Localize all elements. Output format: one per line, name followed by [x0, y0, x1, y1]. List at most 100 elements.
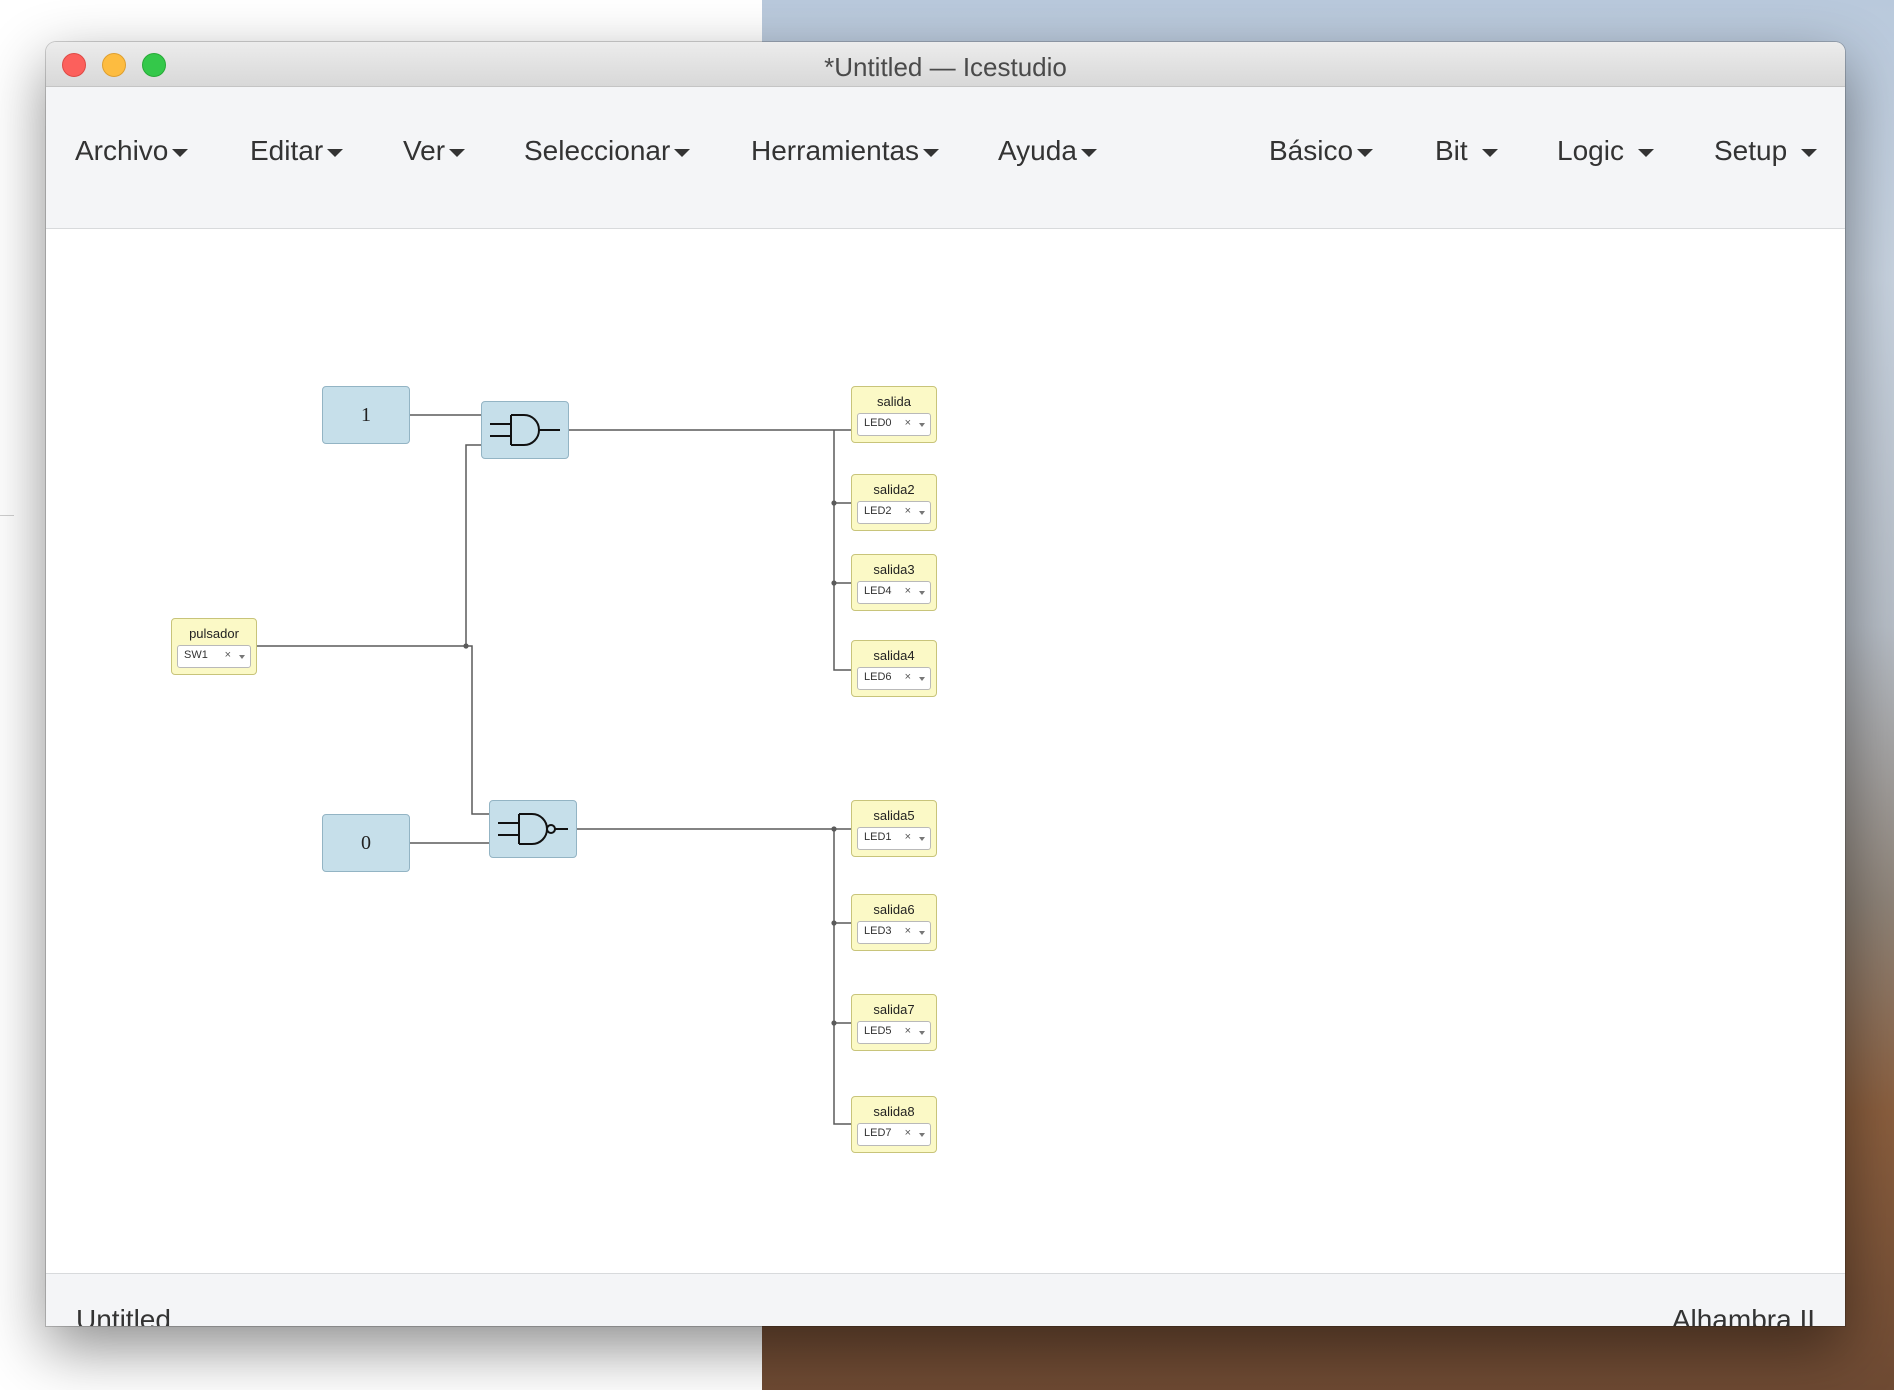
title-bar[interactable]: *Untitled — Icestudio	[46, 42, 1845, 87]
input-block-pulsador[interactable]: pulsador SW1 ×	[171, 618, 257, 675]
pin-value: LED5	[864, 1025, 892, 1037]
io-name: salida8	[873, 1104, 915, 1119]
wire	[466, 645, 490, 815]
dropdown-arrow-icon	[239, 655, 245, 659]
menu-basico-label: Básico	[1269, 135, 1354, 166]
clear-icon[interactable]: ×	[905, 1025, 911, 1037]
output-block-salida2[interactable]: salida2 LED2 ×	[851, 474, 937, 531]
pin-select[interactable]: LED6 ×	[857, 667, 931, 690]
clear-icon[interactable]: ×	[905, 505, 911, 517]
menu-seleccionar[interactable]: Seleccionar	[524, 135, 691, 167]
constant-value: 1	[361, 403, 371, 426]
pin-select[interactable]: LED0 ×	[857, 413, 931, 436]
chevron-down-icon	[172, 149, 189, 157]
chevron-down-icon	[1481, 149, 1498, 157]
nand-gate-icon	[498, 813, 568, 845]
menu-editar[interactable]: Editar	[250, 135, 344, 167]
dropdown-arrow-icon	[919, 591, 925, 595]
pin-select[interactable]: LED4 ×	[857, 581, 931, 604]
menu-ayuda[interactable]: Ayuda	[998, 135, 1097, 167]
menu-ver[interactable]: Ver	[403, 135, 466, 167]
app-window: *Untitled — Icestudio Archivo Editar Ver…	[46, 42, 1845, 1326]
chevron-down-icon	[327, 149, 344, 157]
menu-archivo[interactable]: Archivo	[75, 135, 189, 167]
dropdown-arrow-icon	[919, 1133, 925, 1137]
constant-block-1[interactable]: 1	[322, 386, 410, 444]
pin-value: LED2	[864, 505, 892, 517]
pin-select[interactable]: LED1 ×	[857, 827, 931, 850]
junction-dot	[831, 500, 837, 506]
pin-select[interactable]: LED2 ×	[857, 501, 931, 524]
and-gate-icon	[490, 414, 560, 446]
io-name: salida7	[873, 1002, 915, 1017]
status-bar: Untitled Alhambra II	[46, 1273, 1845, 1326]
pin-select[interactable]: LED7 ×	[857, 1123, 931, 1146]
output-block-salida6[interactable]: salida6 LED3 ×	[851, 894, 937, 951]
chevron-down-icon	[674, 149, 691, 157]
pin-value: LED7	[864, 1127, 892, 1139]
chevron-down-icon	[1357, 149, 1374, 157]
pin-value: LED0	[864, 417, 892, 429]
io-name: salida3	[873, 562, 915, 577]
clear-icon[interactable]: ×	[225, 649, 231, 661]
wires-layer	[257, 414, 851, 1125]
menu-editar-label: Editar	[250, 135, 324, 166]
pin-value: LED6	[864, 671, 892, 683]
menu-basico[interactable]: Básico	[1269, 135, 1374, 167]
clear-icon[interactable]: ×	[905, 671, 911, 683]
menu-herramientas[interactable]: Herramientas	[751, 135, 940, 167]
output-block-salida4[interactable]: salida4 LED6 ×	[851, 640, 937, 697]
junction-dot	[831, 1020, 837, 1026]
menu-bar: Archivo Editar Ver Seleccionar Herramien…	[46, 87, 1845, 229]
pin-value: LED3	[864, 925, 892, 937]
menu-logic-label: Logic	[1557, 135, 1624, 166]
background-mark	[0, 515, 14, 516]
constant-value: 0	[361, 831, 371, 854]
wire	[465, 444, 482, 646]
junction-dot	[831, 580, 837, 586]
chevron-down-icon	[1801, 149, 1818, 157]
window-title: *Untitled — Icestudio	[824, 52, 1067, 82]
menu-setup[interactable]: Setup	[1714, 135, 1818, 167]
io-name: salida6	[873, 902, 915, 917]
dropdown-arrow-icon	[919, 423, 925, 427]
io-name: salida	[877, 394, 911, 409]
pin-value: SW1	[184, 649, 208, 661]
menu-bit-label: Bit	[1435, 135, 1468, 166]
output-block-salida7[interactable]: salida7 LED5 ×	[851, 994, 937, 1051]
output-block-salida3[interactable]: salida3 LED4 ×	[851, 554, 937, 611]
menu-bit[interactable]: Bit	[1435, 135, 1498, 167]
pin-select[interactable]: LED3 ×	[857, 921, 931, 944]
chevron-down-icon	[1080, 149, 1097, 157]
output-block-salida8[interactable]: salida8 LED7 ×	[851, 1096, 937, 1153]
io-name: pulsador	[189, 626, 239, 641]
chevron-down-icon	[923, 149, 940, 157]
clear-icon[interactable]: ×	[905, 1127, 911, 1139]
output-block-salida[interactable]: salida LED0 ×	[851, 386, 937, 443]
circuit-canvas[interactable]: 1 0 pulsador SW1 × salida LED0 × salida2…	[46, 229, 1845, 1273]
clear-icon[interactable]: ×	[905, 925, 911, 937]
menu-archivo-label: Archivo	[75, 135, 169, 166]
pin-select[interactable]: LED5 ×	[857, 1021, 931, 1044]
clear-icon[interactable]: ×	[905, 831, 911, 843]
dropdown-arrow-icon	[919, 677, 925, 681]
and-gate-block[interactable]	[481, 401, 569, 459]
dropdown-arrow-icon	[919, 511, 925, 515]
constant-block-0[interactable]: 0	[322, 814, 410, 872]
junction-dot	[463, 643, 469, 649]
io-name: salida5	[873, 808, 915, 823]
pin-select[interactable]: SW1 ×	[177, 645, 251, 668]
junction-dot	[831, 920, 837, 926]
pin-value: LED4	[864, 585, 892, 597]
junction-dot	[831, 826, 837, 832]
output-block-salida5[interactable]: salida5 LED1 ×	[851, 800, 937, 857]
nand-gate-block[interactable]	[489, 800, 577, 858]
clear-icon[interactable]: ×	[905, 417, 911, 429]
menu-logic[interactable]: Logic	[1557, 135, 1654, 167]
status-board[interactable]: Alhambra II	[1672, 1304, 1815, 1326]
clear-icon[interactable]: ×	[905, 585, 911, 597]
chevron-down-icon	[449, 149, 466, 157]
wire	[833, 829, 851, 1125]
pin-value: LED1	[864, 831, 892, 843]
chevron-down-icon	[1637, 149, 1654, 157]
